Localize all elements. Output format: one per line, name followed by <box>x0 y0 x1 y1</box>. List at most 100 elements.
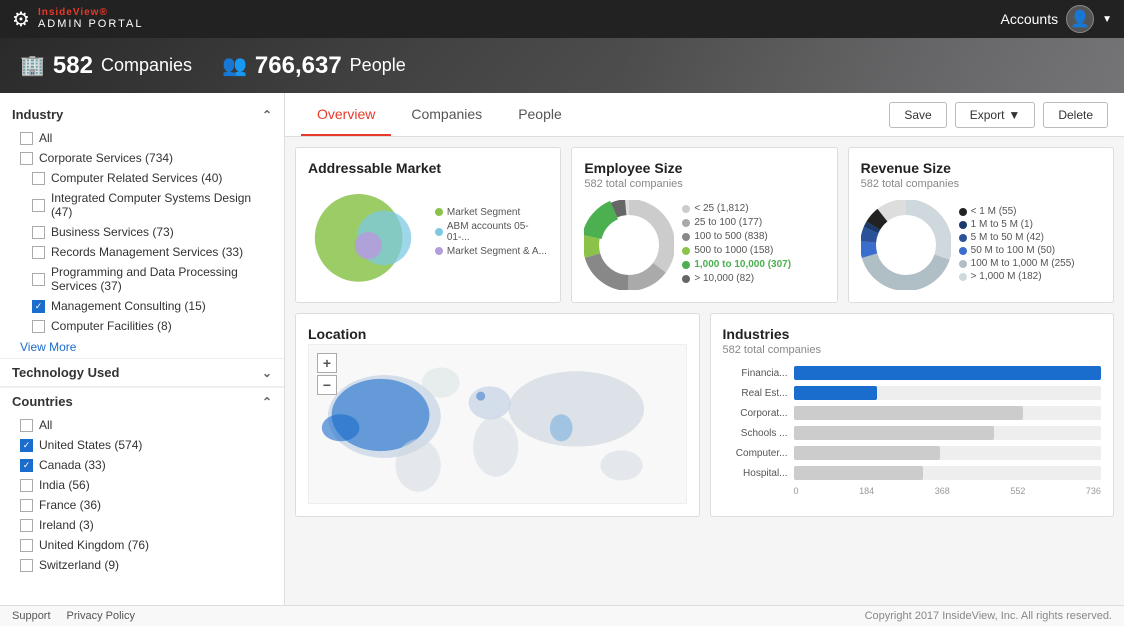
sidebar-item-france[interactable]: France (36) <box>0 495 284 515</box>
rev-dot-2 <box>959 221 967 229</box>
sidebar: Industry ⌃ All Corporate Services (734) … <box>0 93 285 626</box>
sidebar-item-facilities[interactable]: Computer Facilities (8) <box>0 316 284 336</box>
tab-people[interactable]: People <box>502 94 578 136</box>
canada-checkbox[interactable]: ✓ <box>20 459 33 472</box>
corporate-checkbox[interactable] <box>20 152 33 165</box>
tab-overview[interactable]: Overview <box>301 94 391 136</box>
switzerland-checkbox[interactable] <box>20 559 33 572</box>
employee-size-content: < 25 (1,812) 25 to 100 (177) 100 to 500 … <box>584 200 824 290</box>
sidebar-item-corporate[interactable]: Corporate Services (734) <box>0 148 284 168</box>
bar-track <box>794 386 1102 400</box>
emp-dot-4 <box>682 247 690 255</box>
facilities-checkbox[interactable] <box>32 320 45 333</box>
computer-related-checkbox[interactable] <box>32 172 45 185</box>
addressable-market-title: Addressable Market <box>308 160 548 176</box>
people-stat: 👥 766,637 People <box>222 52 406 80</box>
legend-market-segment: Market Segment <box>435 207 548 218</box>
sidebar-item-uk[interactable]: United Kingdom (76) <box>0 535 284 555</box>
corporate-label: Corporate Services (734) <box>39 151 173 165</box>
programming-checkbox[interactable] <box>32 273 45 286</box>
hero-banner: 🏢 582 Companies 👥 766,637 People <box>0 38 1124 93</box>
sidebar-item-integrated[interactable]: Integrated Computer Systems Design (47) <box>0 188 284 222</box>
industries-card: Industries 582 total companies Financia.… <box>710 313 1115 517</box>
sidebar-item-country-all[interactable]: All <box>0 415 284 435</box>
industry-label: Industry <box>12 107 63 122</box>
countries-header[interactable]: Countries ⌃ <box>0 388 284 415</box>
management-label: Management Consulting (15) <box>51 299 206 313</box>
chevron-down-icon[interactable]: ▼ <box>1102 14 1112 25</box>
content-area: Overview Companies People Save Export ▼ … <box>285 93 1124 626</box>
tab-companies[interactable]: Companies <box>395 94 498 136</box>
industry-section-header[interactable]: Industry ⌃ <box>0 101 284 128</box>
industries-title: Industries <box>723 326 1102 342</box>
accounts-label[interactable]: Accounts <box>1001 11 1059 27</box>
records-checkbox[interactable] <box>32 246 45 259</box>
bar-fill <box>794 466 924 480</box>
sidebar-item-business[interactable]: Business Services (73) <box>0 222 284 242</box>
companies-label: Companies <box>101 55 192 76</box>
brand-insideview: InsideView® <box>38 7 144 18</box>
brand-text: InsideView® ADMIN PORTAL <box>38 7 144 30</box>
sidebar-item-all[interactable]: All <box>0 128 284 148</box>
sidebar-item-canada[interactable]: ✓ Canada (33) <box>0 455 284 475</box>
bar-track <box>794 366 1102 380</box>
export-button[interactable]: Export ▼ <box>955 102 1036 128</box>
sidebar-item-computer-related[interactable]: Computer Related Services (40) <box>0 168 284 188</box>
emp-dot-1 <box>682 205 690 213</box>
bar-fill <box>794 426 995 440</box>
business-checkbox[interactable] <box>32 226 45 239</box>
business-label: Business Services (73) <box>51 225 174 239</box>
all-label: All <box>39 131 52 145</box>
privacy-link[interactable]: Privacy Policy <box>67 610 135 622</box>
sidebar-item-management[interactable]: ✓ Management Consulting (15) <box>0 296 284 316</box>
integrated-checkbox[interactable] <box>32 199 45 212</box>
bar-fill <box>794 406 1024 420</box>
people-count: 766,637 <box>255 52 342 80</box>
bar-label: Computer... <box>723 448 788 459</box>
technology-used-header[interactable]: Technology Used ⌄ <box>0 359 284 386</box>
facilities-label: Computer Facilities (8) <box>51 319 172 333</box>
header-right: Accounts 👤 ▼ <box>1001 5 1113 33</box>
bar-label: Hospital... <box>723 468 788 479</box>
sidebar-item-india[interactable]: India (56) <box>0 475 284 495</box>
rev-dot-3 <box>959 234 967 242</box>
main-container: Industry ⌃ All Corporate Services (734) … <box>0 93 1124 626</box>
logo: ⚙ InsideView® ADMIN PORTAL <box>12 7 143 32</box>
revenue-size-title: Revenue Size <box>861 160 1101 176</box>
employee-size-chart <box>584 200 674 290</box>
market-segment-dot <box>435 208 443 216</box>
sidebar-item-switzerland[interactable]: Switzerland (9) <box>0 555 284 575</box>
india-checkbox[interactable] <box>20 479 33 492</box>
switzerland-label: Switzerland (9) <box>39 558 119 572</box>
delete-button[interactable]: Delete <box>1043 102 1108 128</box>
emp-dot-6 <box>682 275 690 283</box>
france-checkbox[interactable] <box>20 499 33 512</box>
view-more-link[interactable]: View More <box>0 336 284 358</box>
us-checkbox[interactable]: ✓ <box>20 439 33 452</box>
ireland-checkbox[interactable] <box>20 519 33 532</box>
uk-checkbox[interactable] <box>20 539 33 552</box>
location-card: Location + − <box>295 313 700 517</box>
bar-row: Real Est... <box>723 386 1102 400</box>
country-all-label: All <box>39 418 52 432</box>
emp-dot-3 <box>682 233 690 241</box>
bar-row: Corporat... <box>723 406 1102 420</box>
sidebar-item-programming[interactable]: Programming and Data Processing Services… <box>0 262 284 296</box>
bar-fill <box>794 366 1102 380</box>
countries-label: Countries <box>12 394 73 409</box>
all-checkbox[interactable] <box>20 132 33 145</box>
support-link[interactable]: Support <box>12 610 51 622</box>
sidebar-item-ireland[interactable]: Ireland (3) <box>0 515 284 535</box>
save-button[interactable]: Save <box>889 102 946 128</box>
footer-copyright: Copyright 2017 InsideView, Inc. All righ… <box>865 610 1112 622</box>
bar-track <box>794 406 1102 420</box>
management-checkbox[interactable]: ✓ <box>32 300 45 313</box>
industries-subtitle: 582 total companies <box>723 344 1102 356</box>
technology-collapse-icon: ⌄ <box>262 366 272 380</box>
export-chevron-icon: ▼ <box>1008 108 1020 122</box>
countries-collapse-icon: ⌃ <box>262 395 272 409</box>
avatar[interactable]: 👤 <box>1066 5 1094 33</box>
sidebar-item-us[interactable]: ✓ United States (574) <box>0 435 284 455</box>
sidebar-item-records[interactable]: Records Management Services (33) <box>0 242 284 262</box>
country-all-checkbox[interactable] <box>20 419 33 432</box>
